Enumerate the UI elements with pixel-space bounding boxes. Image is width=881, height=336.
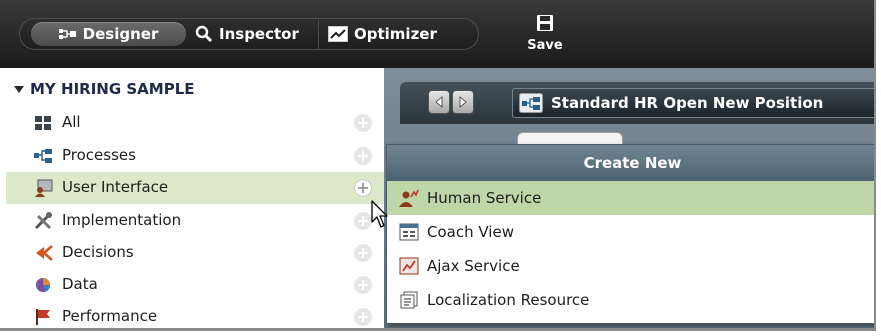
- add-icon[interactable]: +: [354, 147, 372, 165]
- tools-icon: [34, 212, 52, 230]
- mode-switcher: Designer Inspector Optimizer: [19, 18, 479, 50]
- grid-icon: [34, 114, 52, 132]
- library-item-label: Data: [62, 275, 98, 293]
- coach-view-icon: [399, 223, 419, 241]
- data-icon: [34, 276, 52, 294]
- library-item-label: Performance: [62, 307, 158, 325]
- top-toolbar: Designer Inspector Optimizer Save: [0, 0, 874, 68]
- library-item-data[interactable]: Data +: [6, 269, 384, 301]
- process-icon: [519, 93, 543, 113]
- user-interface-icon: [34, 179, 53, 197]
- library-item-performance[interactable]: Performance +: [6, 301, 384, 328]
- create-new-title: Create New: [387, 145, 874, 181]
- expand-triangle-icon: [14, 85, 24, 93]
- inspector-label: Inspector: [219, 25, 299, 43]
- open-tab-title: Standard HR Open New Position: [551, 94, 824, 112]
- menu-item-ajax-service[interactable]: Ajax Service: [387, 249, 874, 283]
- ajax-service-icon: [399, 257, 419, 275]
- menu-item-label: Localization Resource: [427, 291, 590, 309]
- human-service-icon: [399, 189, 419, 207]
- back-button[interactable]: [428, 90, 450, 114]
- library-item-all[interactable]: All +: [6, 107, 384, 139]
- mode-divider: [318, 19, 319, 49]
- library-item-user-interface[interactable]: User Interface +: [6, 172, 384, 204]
- editor-tab-strip: Standard HR Open New Position: [400, 82, 874, 124]
- mouse-cursor-icon: [370, 200, 390, 230]
- arrow-left-icon: [434, 93, 444, 112]
- add-icon[interactable]: +: [354, 179, 372, 197]
- localization-resource-icon: [399, 291, 418, 309]
- save-label: Save: [527, 38, 563, 53]
- add-icon[interactable]: +: [354, 276, 372, 294]
- open-process-tab[interactable]: Standard HR Open New Position: [512, 88, 874, 118]
- menu-item-coach-view[interactable]: Coach View: [387, 215, 874, 249]
- library-item-processes[interactable]: Processes +: [6, 140, 384, 172]
- designer-tab[interactable]: Designer: [31, 22, 186, 46]
- menu-item-label: Human Service: [427, 189, 542, 207]
- optimizer-icon: [328, 26, 348, 42]
- designer-label: Designer: [82, 25, 159, 43]
- library-sidebar: MY HIRING SAMPLE All + Processes + User …: [6, 68, 384, 328]
- library-item-implementation[interactable]: Implementation +: [6, 205, 384, 237]
- forward-button[interactable]: [452, 90, 474, 114]
- floppy-disk-icon: [536, 15, 554, 36]
- menu-item-localization-resource[interactable]: Localization Resource: [387, 283, 874, 317]
- create-new-menu: Create New Human Service Coach View Ajax…: [386, 144, 874, 324]
- library-item-label: All: [62, 113, 81, 131]
- menu-item-human-service[interactable]: Human Service: [387, 181, 874, 215]
- library-item-decisions[interactable]: Decisions +: [6, 237, 384, 269]
- optimizer-label: Optimizer: [354, 25, 437, 43]
- section-title: MY HIRING SAMPLE: [30, 80, 195, 98]
- library-item-label: Implementation: [62, 211, 182, 229]
- add-icon[interactable]: +: [354, 308, 372, 326]
- save-button[interactable]: Save: [523, 14, 567, 60]
- decision-icon: [34, 244, 53, 262]
- add-icon[interactable]: +: [354, 244, 372, 262]
- flag-icon: [34, 308, 52, 326]
- magnifier-icon: [195, 25, 213, 43]
- library-item-label: Processes: [62, 146, 136, 164]
- library-item-label: User Interface: [62, 178, 169, 196]
- menu-item-label: Ajax Service: [427, 257, 520, 275]
- add-icon[interactable]: +: [354, 114, 372, 132]
- arrow-right-icon: [458, 93, 468, 112]
- process-icon: [34, 147, 52, 165]
- inspector-tab[interactable]: Inspector: [195, 19, 299, 49]
- optimizer-tab[interactable]: Optimizer: [328, 19, 437, 49]
- menu-item-label: Coach View: [427, 223, 514, 241]
- library-item-label: Decisions: [62, 243, 134, 261]
- app-window: Designer Inspector Optimizer Save MY HIR…: [0, 0, 876, 331]
- designer-icon: [58, 27, 77, 41]
- library-section-header[interactable]: MY HIRING SAMPLE: [14, 80, 195, 98]
